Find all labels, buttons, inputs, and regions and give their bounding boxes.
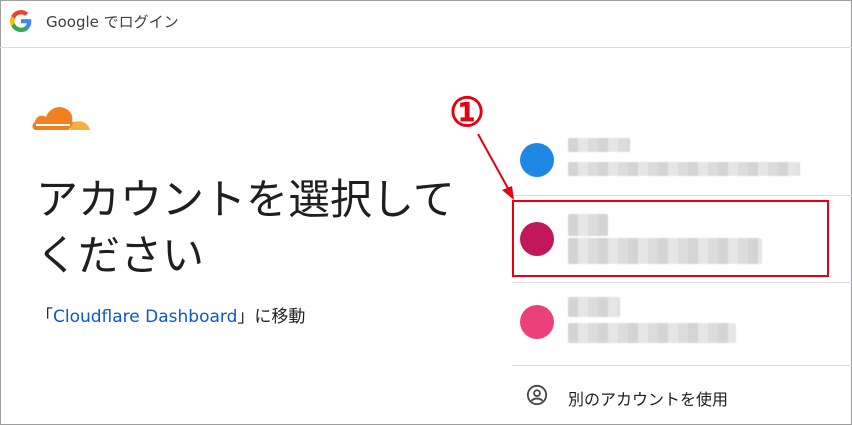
google-logo-icon bbox=[10, 10, 32, 32]
redacted-name bbox=[568, 297, 620, 317]
header-title: Google でログイン bbox=[46, 13, 179, 31]
continue-suffix: 」に移動 bbox=[237, 307, 306, 327]
account-item-3[interactable] bbox=[520, 291, 830, 351]
window-header: Google でログイン bbox=[0, 0, 852, 48]
continue-prefix: 「 bbox=[36, 307, 53, 327]
annotation-highlight-box bbox=[512, 200, 829, 277]
account-item-1[interactable] bbox=[520, 130, 830, 190]
redacted-name bbox=[568, 138, 630, 152]
redacted-email bbox=[568, 162, 800, 176]
app-name-link[interactable]: Cloudflare Dashboard bbox=[53, 307, 237, 327]
page-title: アカウントを選択して ください bbox=[36, 172, 476, 284]
annotation-arrow-icon bbox=[477, 133, 514, 200]
continue-to-app-text: 「Cloudflare Dashboard」に移動 bbox=[36, 302, 305, 327]
account-divider bbox=[512, 195, 852, 196]
account-avatar bbox=[520, 305, 554, 339]
use-another-account-button[interactable]: 別のアカウントを使用 bbox=[520, 378, 820, 414]
person-circle-icon bbox=[526, 384, 548, 406]
use-another-account-label: 別のアカウントを使用 bbox=[568, 390, 729, 409]
redacted-email bbox=[568, 323, 736, 343]
account-divider bbox=[512, 282, 852, 283]
page-title-line-1: アカウントを選択して bbox=[36, 175, 455, 224]
page-title-line-2: ください bbox=[36, 231, 205, 280]
account-divider bbox=[512, 365, 852, 366]
cloudflare-logo-icon bbox=[32, 107, 90, 130]
